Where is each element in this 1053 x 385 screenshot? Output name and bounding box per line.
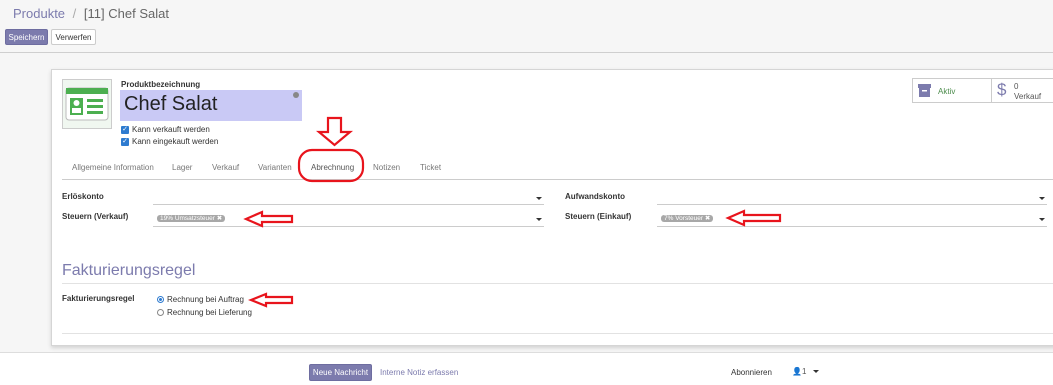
sales-tax-tag[interactable]: 19% Umsatzsteuer ✖ [157, 215, 226, 222]
radio-invoice-on-order[interactable] [157, 296, 164, 303]
section-divider [62, 283, 1053, 284]
id-card-icon [65, 87, 109, 121]
form-sheet: Produktbezeichnung Chef Salat ✓ Kann ver… [51, 69, 1053, 346]
tab-notizen[interactable]: Notizen [373, 163, 400, 172]
sales-tax-label: Steuern (Verkauf) [62, 212, 129, 221]
followers-count: 1 [801, 367, 807, 376]
new-message-button[interactable]: Neue Nachricht [309, 364, 372, 381]
purchase-tax-label: Steuern (Einkauf) [565, 212, 632, 221]
field-underline [657, 204, 1047, 205]
chevron-down-icon [812, 370, 819, 374]
income-account-label: Erlöskonto [62, 192, 104, 201]
log-note-link[interactable]: Interne Notiz erfassen [380, 368, 458, 377]
discard-button[interactable]: Verwerfen [51, 29, 96, 45]
tab-abrechnung[interactable]: Abrechnung [311, 163, 354, 172]
sales-count: 0 [1014, 82, 1019, 91]
product-image[interactable] [62, 79, 112, 129]
bottom-divider [62, 333, 1053, 334]
user-icon: 👤 [792, 367, 802, 376]
tab-verkauf[interactable]: Verkauf [212, 163, 239, 172]
radio-invoice-on-delivery-label[interactable]: Rechnung bei Lieferung [167, 308, 252, 317]
expense-account-select[interactable] [657, 190, 1047, 205]
save-button[interactable]: Speichern [5, 29, 48, 45]
product-name-label: Produktbezeichnung [121, 80, 201, 89]
product-name-input[interactable]: Chef Salat [120, 90, 302, 121]
tab-ticket[interactable]: Ticket [420, 163, 441, 172]
can-sell-checkbox[interactable]: ✓ [121, 126, 129, 134]
breadcrumb-separator: / [72, 6, 77, 21]
sales-tax-select[interactable]: 19% Umsatzsteuer ✖ [153, 211, 544, 227]
can-sell-label: Kann verkauft werden [132, 125, 210, 134]
expense-account-label: Aufwandskonto [565, 192, 625, 201]
chatter-bar: Neue Nachricht Interne Notiz erfassen Ab… [0, 352, 1053, 385]
dollar-icon: $ [997, 80, 1007, 99]
field-underline [153, 226, 544, 227]
active-toggle-button[interactable]: Aktiv [912, 78, 992, 103]
product-name-value: Chef Salat [124, 93, 218, 115]
x-icon[interactable]: ✖ [705, 215, 710, 222]
can-purchase-label: Kann eingekauft werden [132, 137, 219, 146]
breadcrumb-parent[interactable]: Produkte [13, 6, 65, 21]
radio-invoice-on-delivery[interactable] [157, 309, 164, 316]
tab-varianten[interactable]: Varianten [258, 163, 292, 172]
archive-icon [918, 84, 931, 97]
can-purchase-checkbox[interactable]: ✓ [121, 138, 129, 146]
x-icon[interactable]: ✖ [217, 215, 222, 222]
tab-allgemeine-information[interactable]: Allgemeine Information [72, 163, 154, 172]
tabs-divider [62, 179, 1053, 180]
sales-smart-button[interactable]: $ 0 Verkauf [992, 78, 1053, 103]
field-underline [153, 204, 544, 205]
follow-button[interactable]: Abonnieren [731, 368, 772, 377]
invoicing-section-title: Fakturierungsregel [62, 262, 196, 279]
chevron-down-icon [1039, 197, 1045, 200]
control-panel: Produkte / [11] Chef Salat Speichern Ver… [0, 0, 1053, 53]
breadcrumb-current: [11] Chef Salat [83, 6, 169, 21]
tab-lager[interactable]: Lager [172, 163, 192, 172]
income-account-select[interactable] [153, 190, 544, 205]
chevron-down-icon [536, 218, 542, 221]
radio-invoice-on-order-label[interactable]: Rechnung bei Auftrag [167, 295, 244, 304]
active-label: Aktiv [938, 87, 956, 96]
chevron-down-icon [536, 197, 542, 200]
field-underline [657, 226, 1047, 227]
sales-label: Verkauf [1014, 92, 1042, 101]
invoicing-policy-label: Fakturierungsregel [62, 294, 135, 303]
followers-button[interactable]: 👤1 [792, 367, 819, 376]
purchase-tax-select[interactable]: 7% Vorsteuer ✖ [657, 211, 1047, 227]
translate-icon[interactable] [293, 92, 299, 98]
purchase-tax-tag[interactable]: 7% Vorsteuer ✖ [661, 215, 714, 222]
chevron-down-icon [1039, 218, 1045, 221]
breadcrumb: Produkte / [11] Chef Salat [13, 6, 169, 21]
